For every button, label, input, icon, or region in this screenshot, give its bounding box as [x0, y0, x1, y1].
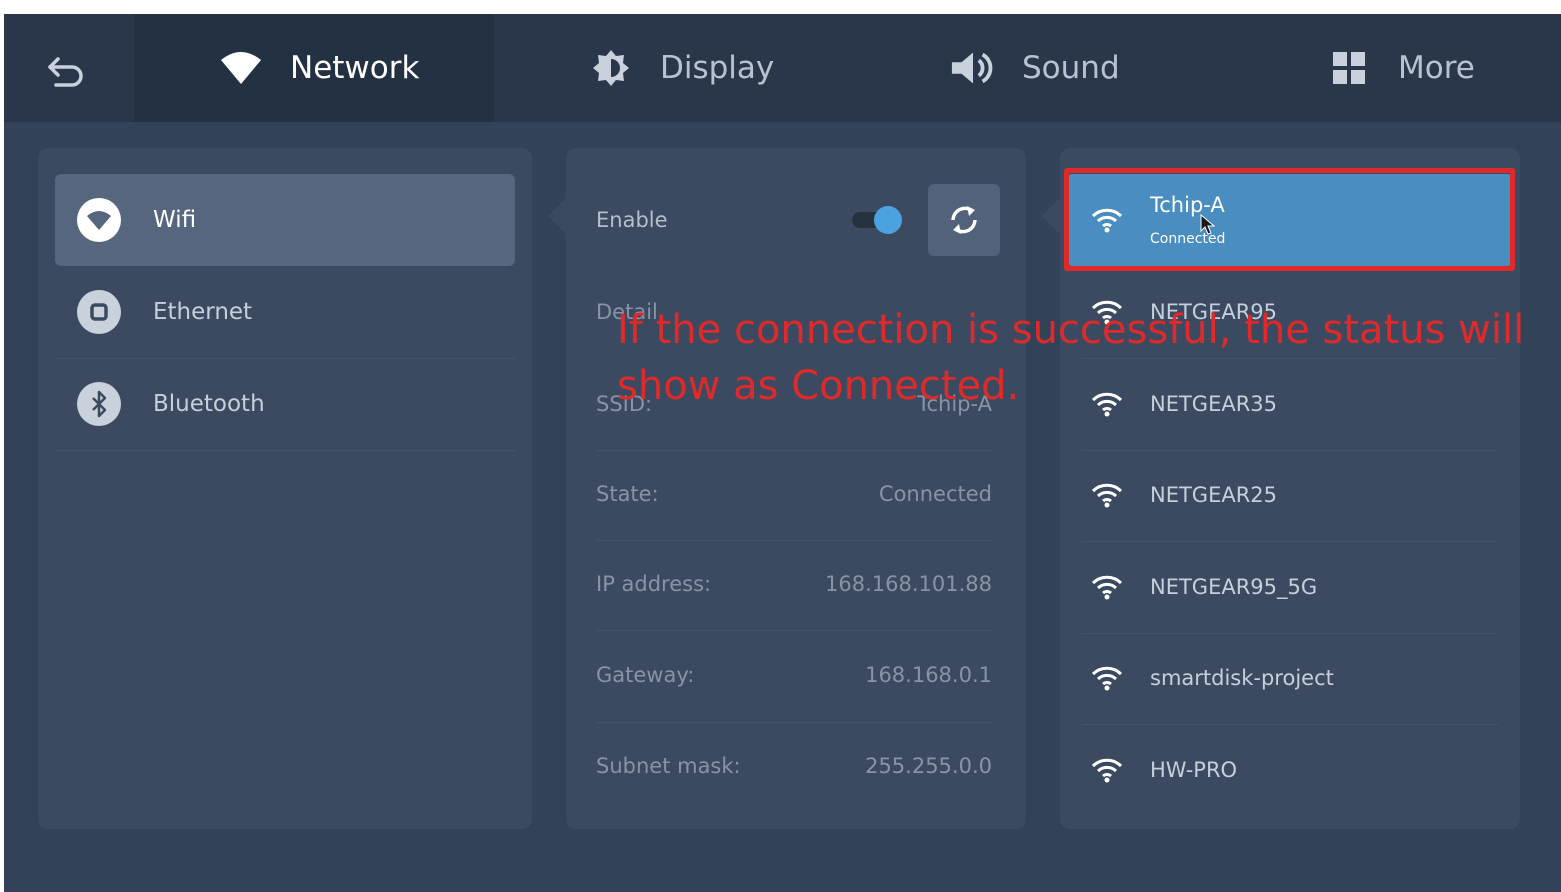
back-arrow-icon [48, 57, 83, 87]
wifi-ssid: HW-PRO [1150, 758, 1238, 782]
subnet-mask-value: 255.255.0.0 [865, 754, 992, 778]
tab-network[interactable]: Network [134, 14, 494, 122]
sidebar-item-wifi[interactable]: Wifi [55, 174, 515, 266]
settings-screen: Network Display Sound More Wifi Ethernet… [4, 14, 1561, 892]
wifi-item[interactable]: HW-PRO [1068, 724, 1512, 816]
wifi-item[interactable]: NETGEAR95_5G [1068, 541, 1512, 633]
speaker-icon [950, 45, 996, 91]
annotation-line: show as Connected. [617, 363, 1020, 409]
tab-label: Display [660, 50, 775, 86]
wifi-item[interactable]: smartdisk-project [1068, 632, 1512, 724]
wifi-signal-icon [1088, 662, 1126, 694]
grid-icon [1326, 45, 1372, 91]
tab-sound[interactable]: Sound [950, 14, 1230, 122]
gateway-label: Gateway: [596, 663, 695, 687]
wifi-ssid: NETGEAR95_5G [1150, 575, 1318, 599]
tab-display[interactable]: Display [588, 14, 868, 122]
sidebar-item-label: Ethernet [153, 299, 253, 325]
bluetooth-icon [77, 382, 121, 426]
wifi-icon [218, 45, 264, 91]
top-navigation-bar: Network Display Sound More [4, 14, 1561, 122]
state-value: Connected [878, 482, 992, 506]
sidebar-item-label: Bluetooth [153, 391, 265, 417]
wifi-ssid: smartdisk-project [1150, 666, 1334, 690]
ip-address-label: IP address: [596, 572, 712, 596]
back-button[interactable] [44, 50, 88, 94]
wifi-ssid: NETGEAR25 [1150, 483, 1278, 507]
refresh-button[interactable] [928, 184, 1000, 256]
sidebar-item-ethernet[interactable]: Ethernet [55, 266, 515, 358]
enable-label: Enable [596, 208, 668, 232]
wifi-signal-icon [1088, 479, 1126, 511]
sidebar-item-bluetooth[interactable]: Bluetooth [55, 358, 515, 450]
gateway-value: 168.168.0.1 [865, 663, 992, 687]
gateway-row: Gateway: 168.168.0.1 [596, 629, 992, 721]
panel-pointer [1042, 198, 1060, 234]
ethernet-icon [77, 290, 121, 334]
connected-highlight-box [1064, 168, 1515, 271]
network-type-panel: Wifi Ethernet Bluetooth [38, 148, 532, 829]
wifi-item[interactable]: NETGEAR25 [1068, 449, 1512, 541]
ip-address-value: 168.168.101.88 [825, 572, 992, 596]
tab-more[interactable]: More [1326, 14, 1546, 122]
wifi-enable-toggle[interactable] [852, 206, 902, 234]
toggle-knob [874, 206, 902, 234]
tab-label: Network [290, 50, 420, 86]
wifi-signal-icon [1088, 754, 1126, 786]
annotation-line: If the connection is successful, the sta… [617, 307, 1525, 353]
wifi-icon [77, 198, 121, 242]
display-icon [588, 45, 634, 91]
instruction-annotation: If the connection is successful, the sta… [617, 302, 1537, 414]
refresh-icon [951, 206, 977, 234]
wifi-signal-icon [1088, 571, 1126, 603]
state-label: State: [596, 482, 659, 506]
panel-pointer [548, 198, 566, 234]
subnet-mask-row: Subnet mask: 255.255.0.0 [596, 720, 992, 812]
mouse-cursor-icon [1200, 214, 1216, 235]
wifi-detail-panel: Enable Detail SSID: Tchip-A State: Conne… [566, 148, 1026, 829]
divider [55, 450, 515, 451]
sidebar-item-label: Wifi [153, 207, 197, 233]
ip-address-row: IP address: 168.168.101.88 [596, 538, 992, 630]
tab-label: Sound [1022, 50, 1120, 86]
state-row: State: Connected [596, 448, 992, 540]
tab-label: More [1398, 50, 1475, 86]
subnet-mask-label: Subnet mask: [596, 754, 741, 778]
